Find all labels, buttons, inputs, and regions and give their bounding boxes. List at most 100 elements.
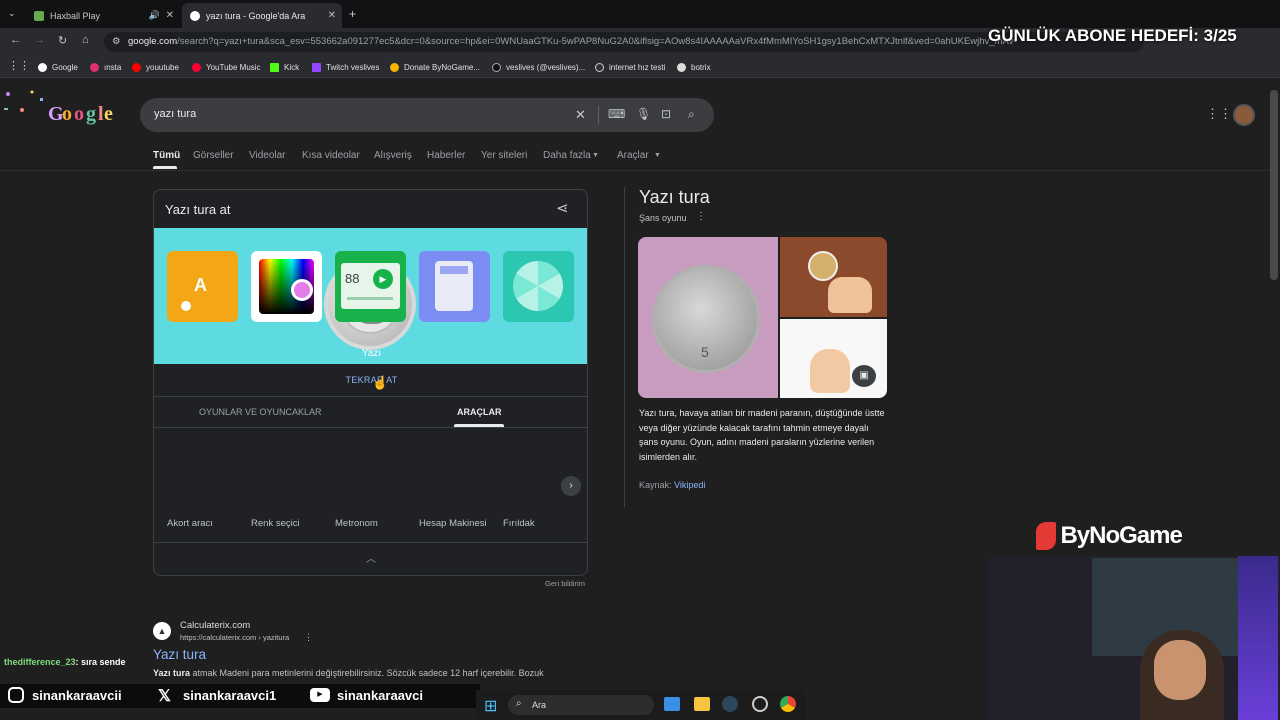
avatar[interactable] xyxy=(1233,104,1255,126)
bookmark-item[interactable]: youutube xyxy=(132,60,179,74)
back-icon[interactable]: ← xyxy=(10,34,21,46)
hand-flip-photo[interactable]: ▣ xyxy=(780,319,887,398)
home-icon[interactable]: ⌂ xyxy=(82,34,89,46)
result-site[interactable]: Calculaterix.com xyxy=(180,620,250,631)
bookmark-item[interactable]: internet hız testi xyxy=(595,60,665,74)
tab-images[interactable]: Görseller xyxy=(193,150,234,161)
scrollbar[interactable] xyxy=(1270,90,1278,280)
reload-icon[interactable]: ↻ xyxy=(58,34,67,47)
taskbar-search[interactable]: ⌕ Ara xyxy=(508,695,654,715)
bookmark-item[interactable]: Donate ByNoGame... xyxy=(390,60,480,74)
close-icon[interactable]: ✕ xyxy=(166,10,174,21)
tab-places[interactable]: Yer siteleri xyxy=(481,150,527,161)
tab-google-search[interactable]: yazı tura - Google'da Ara ✕ xyxy=(182,3,342,28)
tab-search-icon[interactable]: ⌄ xyxy=(8,8,16,19)
carousel-next-button[interactable]: › xyxy=(561,476,581,496)
bookmark-item[interactable]: Kick xyxy=(270,60,299,74)
tab-title: Haxball Play xyxy=(50,10,101,21)
flip-again-button[interactable]: TEKRAR AT xyxy=(154,375,587,385)
tempo-slider-icon xyxy=(347,297,393,300)
divider xyxy=(0,170,1280,171)
color-picker-tool[interactable] xyxy=(251,251,322,322)
result-url[interactable]: https://calculaterix.com › yazitura xyxy=(180,633,289,642)
clear-icon[interactable]: ✕ xyxy=(575,107,586,123)
search-box[interactable]: yazı tura ✕ ⌨ 🎙 ⊡ ⌕ xyxy=(140,98,714,132)
lens-icon[interactable]: ⊡ xyxy=(661,107,671,121)
tool-label: Renk seçici xyxy=(251,518,300,529)
photos-icon[interactable] xyxy=(664,697,680,711)
youtube-icon xyxy=(132,62,141,72)
close-icon[interactable]: ✕ xyxy=(328,10,336,21)
chevron-up-icon[interactable]: ︿ xyxy=(366,550,376,565)
tool-label: Akort aracı xyxy=(167,518,213,529)
steam-icon[interactable] xyxy=(722,696,738,712)
coin-digit: 5 xyxy=(701,344,709,360)
tab-tools-section[interactable]: ARAÇLAR xyxy=(457,407,502,417)
tool-label: Metronom xyxy=(335,518,378,529)
tab-more[interactable]: Daha fazla xyxy=(543,150,591,161)
bookmark-label: veslives (@veslives)... xyxy=(506,62,586,72)
search-icon: ⌕ xyxy=(516,698,522,709)
chevron-down-icon: ▼ xyxy=(654,152,661,159)
bookmark-label: Kick xyxy=(284,62,300,72)
panel-divider xyxy=(624,187,625,507)
divider xyxy=(154,396,587,397)
tuner-tool[interactable]: A xyxy=(167,251,238,322)
tab-games-toys[interactable]: OYUNLAR VE OYUNCAKLAR xyxy=(199,407,322,417)
bookmark-item[interactable]: ınsta xyxy=(90,60,121,74)
bookmark-item[interactable]: botrix xyxy=(677,60,711,74)
spinner-tool[interactable] xyxy=(503,251,574,322)
image-gallery-icon[interactable]: ▣ xyxy=(852,365,876,387)
site-info-icon[interactable]: ⚙ xyxy=(112,32,121,52)
chat-text: : sıra sende xyxy=(75,657,126,667)
tab-all[interactable]: Tümü xyxy=(153,150,180,161)
tuner-letter: A xyxy=(194,275,207,295)
search-icon[interactable]: ⌕ xyxy=(688,107,695,122)
coin-thumb-photo[interactable] xyxy=(780,237,887,317)
forward-icon[interactable]: → xyxy=(34,34,45,46)
metronome-tool[interactable]: 88 ▶ xyxy=(335,251,406,322)
social-handle: sinankaraavcii xyxy=(32,688,122,703)
face xyxy=(1154,640,1206,700)
cursor-icon: ☝ xyxy=(372,375,389,390)
more-options-icon[interactable]: ⋮ xyxy=(696,211,706,222)
bookmark-item[interactable]: veslives (@veslives)... xyxy=(492,60,585,74)
google-logo[interactable]: G o o g l e xyxy=(0,84,120,128)
tab-videos[interactable]: Videolar xyxy=(249,150,286,161)
card-title: Yazı tura at xyxy=(165,202,231,217)
share-icon[interactable]: ⋖ xyxy=(556,199,569,217)
windows-icon[interactable]: ⊞ xyxy=(484,696,497,716)
bookmark-item[interactable]: Twitch veslives xyxy=(312,60,379,74)
kp-image-grid[interactable]: 5 ▣ xyxy=(638,237,887,398)
coin-photo[interactable]: 5 xyxy=(638,237,778,398)
bynogame-mark-icon xyxy=(1036,522,1056,550)
coin-on-thumb-icon xyxy=(808,251,838,281)
search-input[interactable]: yazı tura xyxy=(154,108,196,120)
app-icon[interactable] xyxy=(752,696,768,712)
tab-short-videos[interactable]: Kısa videolar xyxy=(302,150,360,161)
calculator-tool[interactable] xyxy=(419,251,490,322)
more-options-icon[interactable]: ⋮ xyxy=(304,632,313,643)
tab-shopping[interactable]: Alışveriş xyxy=(374,150,412,161)
tab-news[interactable]: Haberler xyxy=(427,150,465,161)
speaker-icon[interactable]: 🔊 xyxy=(149,10,160,21)
color-selector-icon xyxy=(291,279,313,301)
chrome-icon[interactable] xyxy=(780,696,796,712)
tab-haxball[interactable]: Haxball Play 🔊 ✕ xyxy=(26,3,180,28)
tab-tools[interactable]: Araçlar xyxy=(617,150,649,161)
folder-icon[interactable] xyxy=(694,697,710,711)
bookmark-item[interactable]: YouTube Music xyxy=(192,60,261,74)
bookmark-label: ınsta xyxy=(104,62,122,72)
chat-user: thedifference_23 xyxy=(4,657,76,667)
instagram-icon xyxy=(8,687,24,703)
result-title[interactable]: Yazı tura xyxy=(153,647,206,662)
play-icon: ▶ xyxy=(373,269,393,289)
microphone-icon[interactable]: 🎙 xyxy=(636,107,651,121)
kp-source-link[interactable]: Vikipedi xyxy=(674,480,705,490)
kp-source-label: Kaynak: xyxy=(639,480,672,490)
apps-grid-icon[interactable]: ⋮⋮ xyxy=(8,59,30,72)
feedback-link[interactable]: Geri bildirim xyxy=(545,579,585,588)
new-tab-icon[interactable]: + xyxy=(349,7,356,21)
bookmark-item[interactable]: Google xyxy=(38,60,78,74)
keyboard-icon[interactable]: ⌨ xyxy=(608,107,625,121)
